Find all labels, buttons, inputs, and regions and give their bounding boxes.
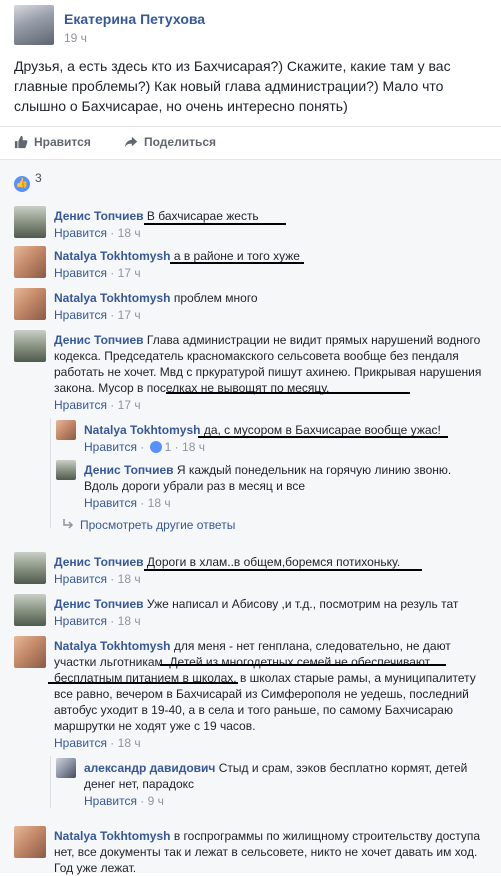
separator: · [140, 440, 145, 454]
comment-like-link[interactable]: Нравится [54, 398, 107, 412]
reaction-count[interactable]: 1 [165, 440, 172, 454]
separator: · [110, 398, 115, 412]
avatar[interactable] [14, 206, 46, 238]
avatar[interactable] [56, 460, 76, 480]
comment-text: да, с мусором в Бахчисарае вообще ужас! [203, 423, 441, 437]
comment-author[interactable]: Денис Топчиев [54, 555, 144, 569]
underline-mark [198, 436, 448, 438]
reply-thread-line [50, 756, 51, 808]
share-icon [124, 136, 138, 148]
comment-time[interactable]: 18 ч [148, 496, 171, 510]
share-label: Поделиться [144, 135, 217, 149]
reply-arrow-icon [63, 519, 74, 529]
separator: · [110, 308, 115, 322]
avatar[interactable] [14, 594, 46, 626]
comment-time[interactable]: 18 ч [182, 440, 205, 454]
post-text: Друзья, а есть здесь кто из Бахчисарая?)… [14, 58, 451, 114]
comment-text: для меня - нет генплана, следовательно, … [54, 639, 476, 733]
like-icon [14, 135, 28, 149]
separator: · [174, 440, 179, 454]
view-more-replies-label: Просмотреть другие ответы [80, 518, 236, 532]
avatar[interactable] [14, 826, 46, 858]
comment-author[interactable]: Natalya Tokhtomysh [54, 249, 170, 263]
separator: · [140, 794, 145, 808]
avatar[interactable] [56, 758, 76, 778]
separator: · [110, 614, 115, 628]
reply-thread-line [50, 418, 51, 528]
comment-like-link[interactable]: Нравится [84, 496, 137, 510]
comment-author[interactable]: Natalya Tokhtomysh [54, 291, 170, 305]
separator: · [110, 266, 115, 280]
comment-time[interactable]: 17 ч [118, 398, 141, 412]
view-more-replies-link[interactable]: Просмотреть другие ответы [62, 518, 235, 532]
comment-like-link[interactable]: Нравится [54, 308, 107, 322]
underline-mark [170, 262, 304, 264]
underline-mark [48, 682, 238, 684]
comment-like-link[interactable]: Нравится [84, 440, 137, 454]
like-button[interactable]: Нравится [14, 135, 91, 149]
comment-text: а в районе и того хуже [173, 249, 300, 263]
comment-time[interactable]: 18 ч [118, 736, 141, 750]
underline-mark [166, 392, 410, 394]
avatar[interactable] [14, 636, 46, 668]
comment-time[interactable]: 17 ч [118, 308, 141, 322]
comment-text: проблем много [173, 291, 258, 305]
separator: · [110, 736, 115, 750]
separator: · [110, 226, 115, 240]
comment-time[interactable]: 18 ч [118, 226, 141, 240]
avatar[interactable] [14, 552, 46, 584]
like-label: Нравится [34, 135, 91, 149]
underline-mark [144, 223, 286, 225]
comment-like-link[interactable]: Нравится [54, 614, 107, 628]
likes-summary[interactable]: 👍 3 [14, 171, 42, 192]
avatar[interactable] [14, 5, 54, 45]
comment-author[interactable]: Денис Топчиев [84, 463, 174, 477]
comment-time[interactable]: 18 ч [118, 614, 141, 628]
comment-author[interactable]: Денис Топчиев [54, 333, 144, 347]
comment-like-link[interactable]: Нравится [84, 794, 137, 808]
underline-mark [160, 664, 446, 666]
separator: · [110, 572, 115, 586]
separator: · [140, 496, 145, 510]
comment-like-link[interactable]: Нравится [54, 226, 107, 240]
avatar[interactable] [14, 288, 46, 320]
underline-mark [144, 569, 422, 571]
like-reaction-icon [149, 441, 162, 453]
comment-time[interactable]: 18 ч [118, 572, 141, 586]
like-icon: 👍 [14, 176, 30, 192]
comment-author[interactable]: Natalya Tokhtomysh [54, 829, 170, 843]
share-button[interactable]: Поделиться [124, 135, 216, 149]
comment-like-link[interactable]: Нравится [54, 736, 107, 750]
comment-author[interactable]: Денис Топчиев [54, 209, 144, 223]
comment-text: Уже написал и Абисову ,и т.д., посмотрим… [146, 597, 459, 611]
post-actions: Нравится Поделиться [0, 126, 501, 160]
comment-like-link[interactable]: Нравится [54, 572, 107, 586]
post-author[interactable]: Екатерина Петухова [64, 11, 205, 27]
comment-author[interactable]: Natalya Tokhtomysh [54, 639, 170, 653]
avatar[interactable] [14, 246, 46, 278]
comment-text: Дороги в хлам..в общем,боремся потихоньк… [146, 555, 401, 569]
comment-author[interactable]: Natalya Tokhtomysh [84, 423, 200, 437]
comment-time[interactable]: 9 ч [148, 794, 164, 808]
comment-author[interactable]: Денис Топчиев [54, 597, 144, 611]
post-time[interactable]: 19 ч [64, 31, 87, 45]
comment-like-link[interactable]: Нравится [54, 266, 107, 280]
comment-author[interactable]: александр давидович [84, 761, 215, 775]
comment-text: В бахчисарае жесть [146, 209, 259, 223]
comment-time[interactable]: 17 ч [118, 266, 141, 280]
avatar[interactable] [56, 420, 76, 440]
likes-count: 3 [35, 171, 42, 185]
avatar[interactable] [14, 330, 46, 362]
